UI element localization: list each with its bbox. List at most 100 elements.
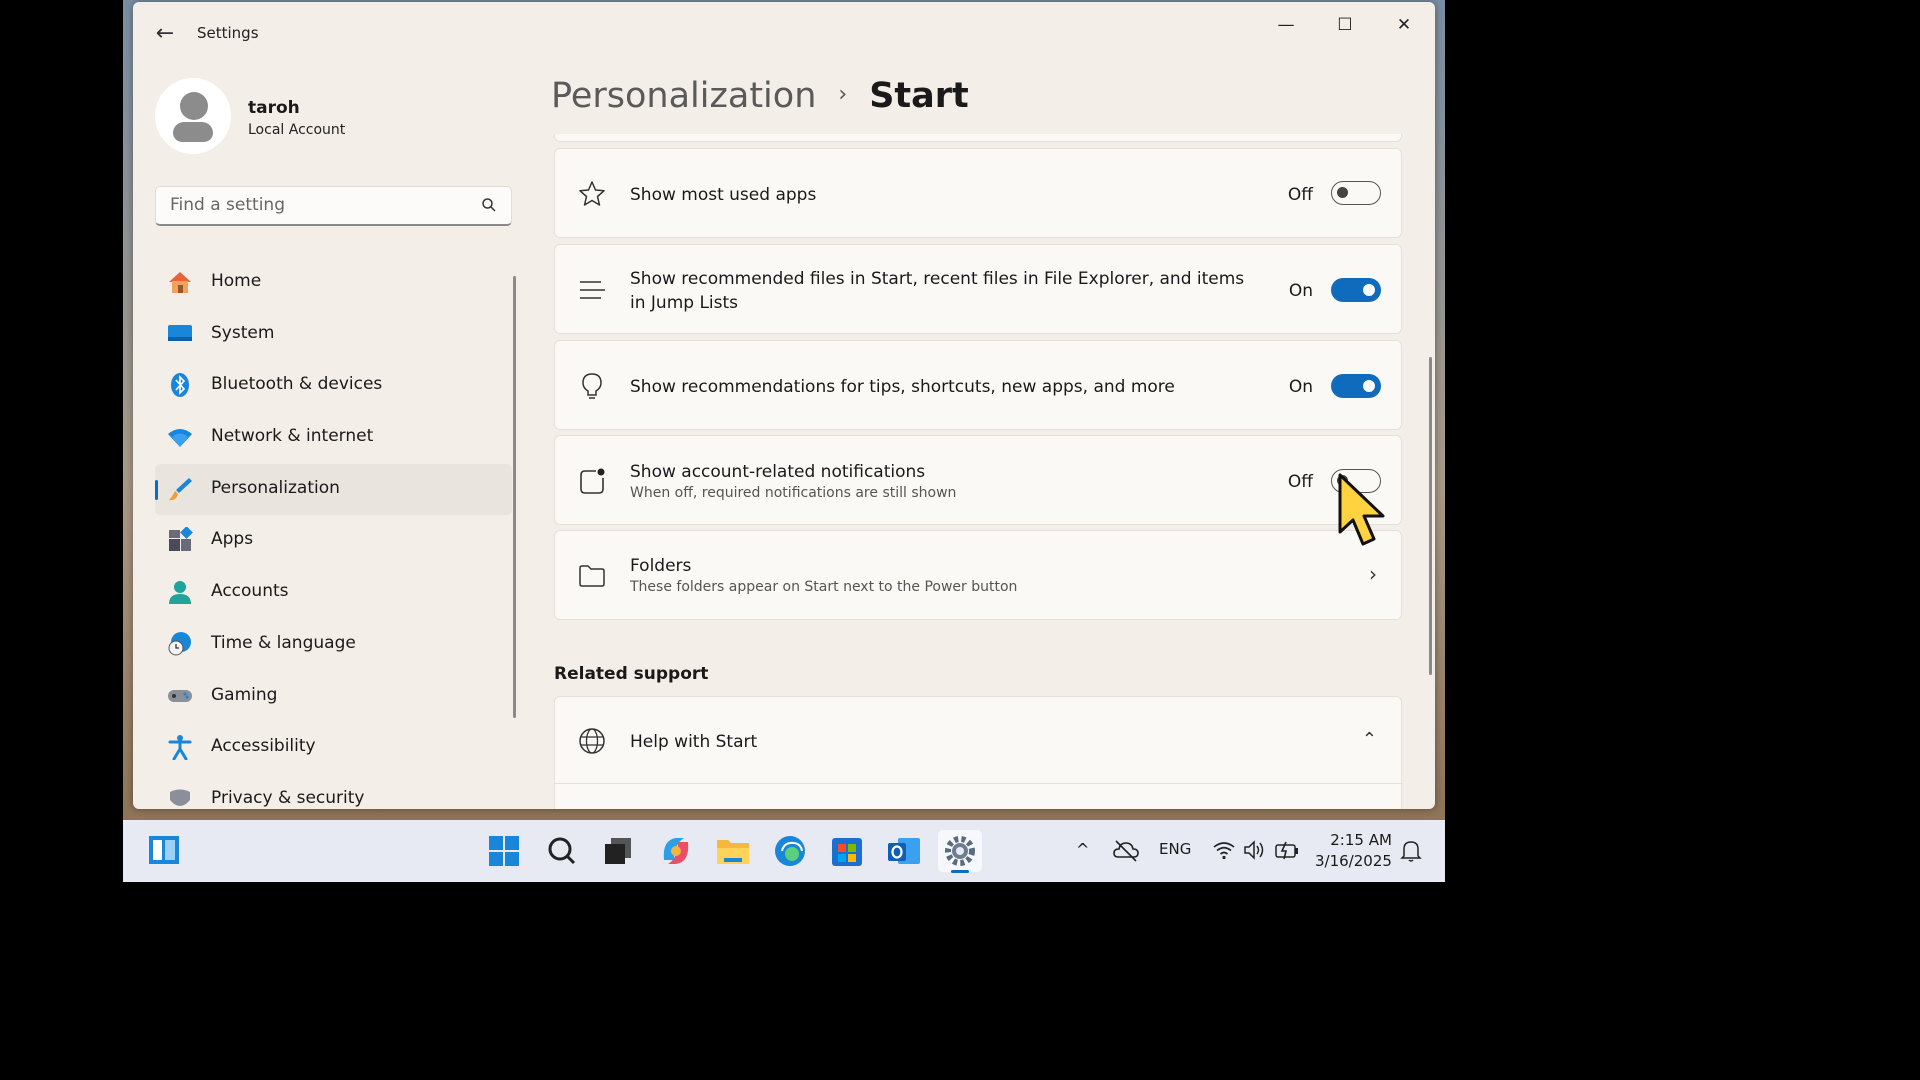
setting-most-used-apps[interactable]: Show most used apps Off: [554, 148, 1402, 238]
search-icon[interactable]: [481, 197, 497, 213]
setting-title: Help with Start: [630, 732, 758, 752]
avatar: [155, 78, 231, 154]
sidebar-item-privacy[interactable]: Privacy & security: [155, 774, 512, 809]
file-explorer-icon: [717, 840, 749, 864]
shield-icon: [170, 789, 190, 806]
minimize-button[interactable]: —: [1257, 10, 1315, 40]
wifi-icon: [168, 429, 192, 448]
help-with-start[interactable]: Help with Start ⌃: [554, 696, 1403, 809]
sidebar-item-bluetooth[interactable]: Bluetooth & devices: [155, 360, 512, 412]
settings-window: ← Settings — ☐ ✕ taroh Local Account Hom…: [133, 2, 1435, 809]
search-box[interactable]: [155, 186, 512, 226]
copilot-button[interactable]: [654, 830, 698, 872]
brush-icon: [169, 477, 192, 500]
setting-recommendations-tips[interactable]: Show recommendations for tips, shortcuts…: [554, 340, 1402, 430]
sidebar-item-personalization[interactable]: Personalization: [155, 463, 512, 516]
sidebar-item-label: Accounts: [211, 581, 289, 602]
file-explorer-button[interactable]: [711, 830, 755, 872]
recommended-files-toggle[interactable]: [1331, 278, 1381, 302]
volume-icon[interactable]: [1242, 839, 1266, 861]
bluetooth-icon: [171, 373, 189, 398]
sidebar-item-label: System: [211, 322, 275, 343]
task-view-button[interactable]: [597, 830, 641, 872]
toggle-state-label: On: [1288, 377, 1313, 397]
settings-icon: [945, 836, 975, 866]
setting-title: Show recommended files in Start, recent …: [630, 269, 1245, 313]
sidebar-scrollbar[interactable]: [513, 276, 516, 718]
running-indicator: [951, 870, 969, 873]
breadcrumb-parent[interactable]: Personalization: [551, 76, 816, 116]
edge-icon: [775, 836, 805, 866]
copilot-icon: [663, 838, 689, 864]
edge-button[interactable]: [768, 830, 812, 872]
folder-icon: [579, 565, 605, 587]
sidebar-item-label: Network & internet: [211, 426, 374, 447]
sidebar-item-gaming[interactable]: Gaming: [155, 671, 512, 723]
sidebar-item-accounts[interactable]: Accounts: [155, 567, 512, 619]
mouse-cursor-icon: [1338, 473, 1385, 546]
toggle-state-label: Off: [1287, 472, 1313, 492]
start-icon: [489, 836, 519, 866]
language-indicator[interactable]: ENG: [1159, 840, 1191, 858]
notification-icon: [580, 468, 605, 494]
search-input[interactable]: [168, 194, 472, 216]
person-icon: [169, 581, 191, 605]
sidebar-item-label: Accessibility: [211, 736, 316, 757]
wifi-status-icon[interactable]: [1212, 839, 1236, 861]
clock-time: 2:15 AM: [1330, 831, 1392, 849]
app-title: Settings: [197, 24, 259, 42]
sidebar-item-label: Personalization: [211, 477, 340, 498]
page-title: Start: [869, 76, 969, 116]
chevron-right-icon: ›: [1369, 562, 1377, 586]
most-used-apps-toggle[interactable]: [1331, 181, 1381, 205]
related-support-heading: Related support: [554, 664, 709, 684]
toggle-state-label: On: [1288, 281, 1313, 301]
apps-icon: [169, 527, 193, 552]
title-bar: ← Settings — ☐ ✕: [133, 2, 1435, 64]
sidebar-item-label: Home: [211, 271, 262, 291]
sidebar-item-home[interactable]: Home: [155, 257, 512, 309]
taskbar: ^ ENG 2:15 AM 3/16/2025: [123, 820, 1445, 882]
setting-title: Folders: [630, 556, 692, 576]
close-button[interactable]: ✕: [1375, 10, 1433, 40]
chevron-up-icon[interactable]: ⌃: [1362, 729, 1377, 750]
setting-account-notifications[interactable]: Show account-related notifications When …: [554, 435, 1402, 525]
sidebar-item-label: Bluetooth & devices: [211, 374, 383, 395]
controller-icon: [168, 689, 192, 702]
taskbar-search-button[interactable]: [540, 830, 584, 872]
breadcrumb-separator: ›: [838, 82, 848, 107]
task-view-icon: [605, 838, 631, 864]
sidebar-item-label: Time & language: [211, 632, 356, 653]
globe-clock-icon: [168, 631, 191, 656]
recommendations-toggle[interactable]: [1331, 374, 1381, 398]
settings-taskbar-button[interactable]: [938, 830, 982, 873]
widgets-icon: [149, 836, 179, 864]
battery-charging-icon[interactable]: [1274, 839, 1300, 861]
breadcrumb: Personalization › Start: [551, 76, 969, 116]
sidebar-item-label: Apps: [211, 529, 254, 550]
back-button[interactable]: ←: [151, 20, 179, 48]
accessibility-icon: [168, 735, 192, 761]
sidebar-item-accessibility[interactable]: Accessibility: [155, 722, 512, 774]
onedrive-offline-icon[interactable]: [1113, 839, 1139, 863]
store-button[interactable]: [825, 830, 869, 872]
setting-folders[interactable]: Folders These folders appear on Start ne…: [554, 530, 1402, 620]
widgets-button[interactable]: [141, 830, 185, 872]
sidebar-item-apps[interactable]: Apps: [155, 515, 512, 567]
sidebar-nav: Home System Bluetooth & devices Network …: [155, 257, 512, 809]
globe-icon: [579, 728, 605, 754]
content-scrollbar[interactable]: [1429, 357, 1432, 675]
maximize-button[interactable]: ☐: [1316, 10, 1374, 40]
outlook-button[interactable]: [882, 830, 926, 872]
show-hidden-icons-button[interactable]: ^: [1076, 840, 1089, 859]
divider: [555, 783, 1403, 784]
previous-card-edge: [554, 134, 1402, 142]
clock[interactable]: 2:15 AM 3/16/2025: [1315, 830, 1392, 872]
notification-bell-icon[interactable]: [1399, 839, 1423, 863]
sidebar-item-network[interactable]: Network & internet: [155, 412, 512, 464]
sidebar-item-system[interactable]: System: [155, 309, 512, 361]
setting-subtitle: These folders appear on Start next to th…: [630, 579, 1018, 595]
sidebar-item-time-language[interactable]: Time & language: [155, 619, 512, 671]
setting-recommended-files[interactable]: Show recommended files in Start, recent …: [554, 244, 1402, 334]
start-button[interactable]: [482, 830, 526, 872]
